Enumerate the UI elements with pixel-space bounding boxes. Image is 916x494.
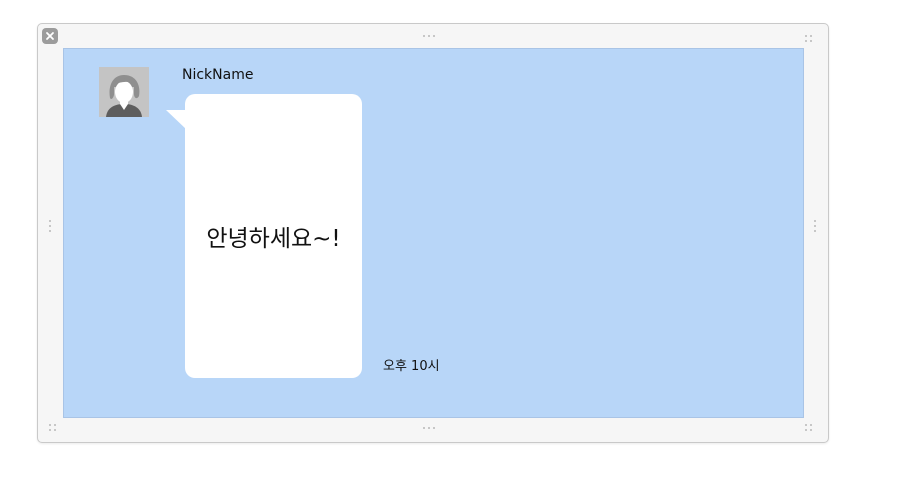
- message-bubble[interactable]: 안녕하세요~!: [185, 94, 362, 378]
- avatar-placeholder-icon: [99, 67, 149, 117]
- bubble-tail: [166, 110, 187, 130]
- bottom-center-resize-handle[interactable]: [423, 427, 435, 429]
- close-button[interactable]: [42, 28, 58, 44]
- message-text: 안녕하세요~!: [206, 226, 341, 252]
- top-center-resize-handle[interactable]: [423, 35, 435, 37]
- bottom-left-resize-handle[interactable]: [49, 424, 59, 431]
- view-frame: NickName 안녕하세요~! 오후 10시: [37, 23, 829, 443]
- message-timestamp: 오후 10시: [383, 359, 440, 374]
- top-right-resize-handle[interactable]: [805, 35, 815, 42]
- avatar[interactable]: [99, 67, 149, 117]
- nickname-label: NickName: [182, 67, 254, 83]
- right-resize-handle[interactable]: [814, 220, 816, 232]
- chat-content-area: NickName 안녕하세요~! 오후 10시: [63, 48, 804, 418]
- left-resize-handle[interactable]: [49, 220, 51, 232]
- close-icon: [46, 32, 54, 40]
- bottom-right-resize-handle[interactable]: [805, 424, 815, 431]
